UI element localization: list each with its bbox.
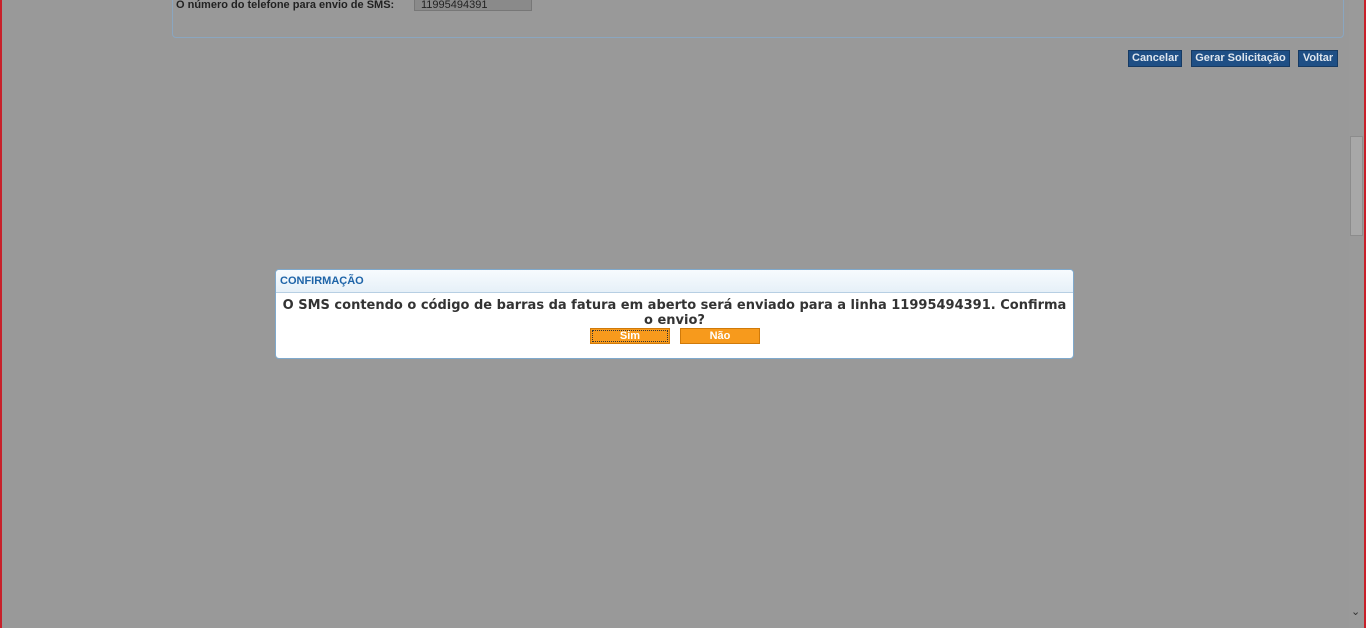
cancel-button[interactable]: Cancelar: [1128, 50, 1182, 67]
sms-phone-label: O número do telefone para envio de SMS:: [176, 0, 395, 11]
yes-button[interactable]: Sim: [590, 328, 670, 344]
back-button[interactable]: Voltar: [1298, 50, 1338, 67]
dialog-message: O SMS contendo o código de barras da fat…: [282, 298, 1067, 328]
dialog-button-row: Sim Não: [276, 328, 1073, 344]
scroll-down-icon[interactable]: ⌄: [1351, 605, 1360, 618]
sms-phone-field[interactable]: 11995494391: [414, 0, 532, 11]
vertical-scrollbar[interactable]: ⌄: [1349, 0, 1364, 628]
window-left-border: [0, 0, 2, 628]
dialog-title: CONFIRMAÇÃO: [276, 270, 1073, 293]
confirmation-dialog: CONFIRMAÇÃO O SMS contendo o código de b…: [275, 269, 1074, 359]
generate-request-button[interactable]: Gerar Solicitação: [1191, 50, 1290, 67]
no-button[interactable]: Não: [680, 328, 760, 344]
scrollbar-thumb[interactable]: [1350, 136, 1363, 236]
